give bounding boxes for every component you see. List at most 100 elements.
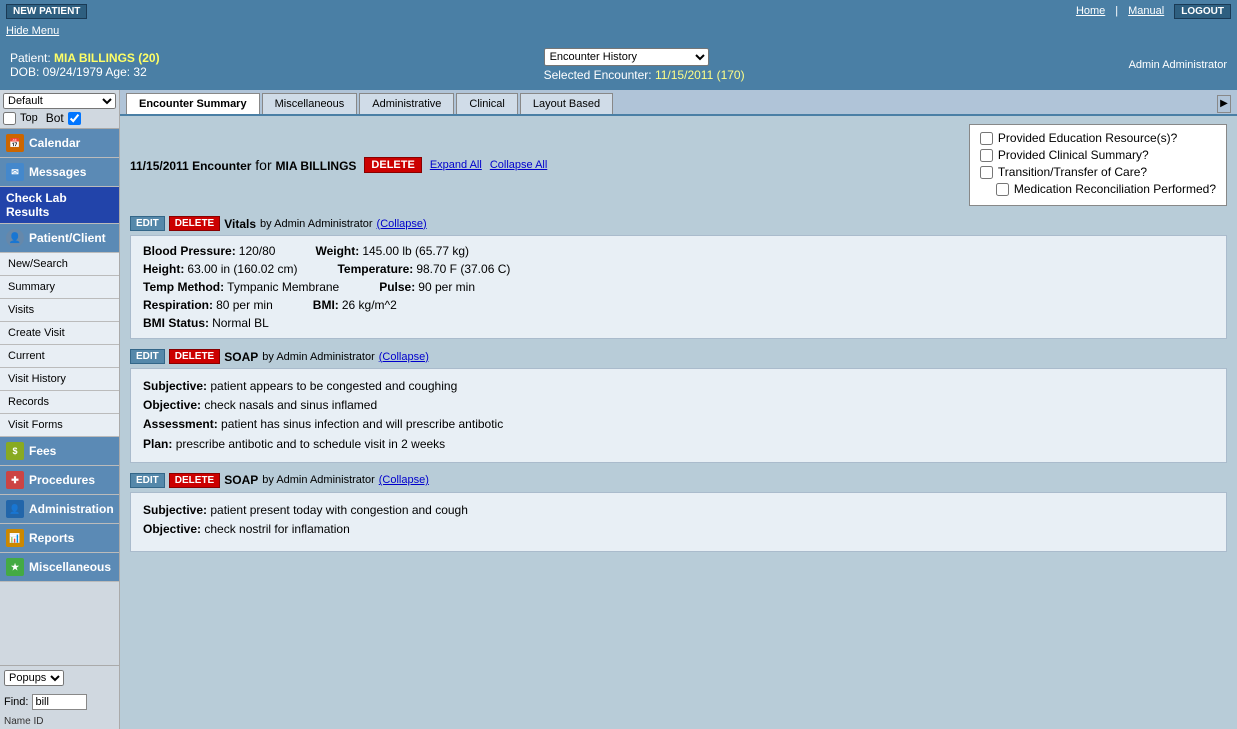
soap2-edit-button[interactable]: EDIT: [130, 473, 165, 488]
find-label: Find:: [4, 696, 28, 708]
transition-checkbox[interactable]: [980, 166, 993, 179]
soap1-author: by Admin Administrator: [262, 351, 375, 363]
vitals-content: Blood Pressure: 120/80 Weight: 145.00 lb…: [130, 235, 1227, 339]
tab-clinical[interactable]: Clinical: [456, 93, 517, 114]
tab-encounter-summary[interactable]: Encounter Summary: [126, 93, 260, 114]
popups-bar: Popups: [0, 665, 119, 690]
sidebar-item-create-visit[interactable]: Create Visit: [0, 322, 119, 345]
new-patient-button[interactable]: NEW PATIENT: [6, 4, 87, 19]
sidebar-item-procedures[interactable]: ✚ Procedures: [0, 466, 119, 495]
tab-bar: Encounter Summary Miscellaneous Administ…: [120, 90, 1237, 116]
sidebar-item-patient[interactable]: 👤 Patient/Client: [0, 224, 119, 253]
admin-icon: 👤: [6, 500, 24, 518]
check-lab-label: Check Lab Results: [6, 191, 67, 219]
vitals-title: Vitals: [224, 217, 256, 231]
vitals-edit-button[interactable]: EDIT: [130, 216, 165, 231]
clinical-summary-label: Provided Clinical Summary?: [998, 148, 1149, 162]
sidebar-item-visits[interactable]: Visits: [0, 299, 119, 322]
patient-label: Patient:: [10, 51, 54, 65]
top-checkbox[interactable]: [3, 112, 16, 125]
top-label: Top: [20, 112, 38, 124]
med-reconciliation-label: Medication Reconciliation Performed?: [1014, 182, 1216, 196]
reports-label: Reports: [29, 531, 74, 545]
vitals-header: EDIT DELETE Vitals by Admin Administrato…: [130, 216, 1227, 231]
sidebar-item-records[interactable]: Records: [0, 391, 119, 414]
sidebar-item-check-lab[interactable]: Check Lab Results: [0, 187, 119, 224]
vitals-collapse-link[interactable]: (Collapse): [377, 218, 427, 230]
checkboxes-panel: Provided Education Resource(s)? Provided…: [969, 124, 1227, 206]
soap1-content: Subjective: patient appears to be conges…: [130, 368, 1227, 463]
logout-button[interactable]: LOGOUT: [1174, 4, 1231, 19]
soap2-delete-button[interactable]: DELETE: [169, 473, 220, 488]
scroll-right-button[interactable]: ▶: [1217, 95, 1231, 113]
vitals-author: by Admin Administrator: [260, 218, 373, 230]
transition-label: Transition/Transfer of Care?: [998, 165, 1147, 179]
messages-icon: ✉: [6, 163, 24, 181]
manual-link[interactable]: Manual: [1128, 5, 1164, 17]
messages-label: Messages: [29, 165, 86, 179]
education-checkbox[interactable]: [980, 132, 993, 145]
sidebar-item-visit-forms[interactable]: Visit Forms: [0, 414, 119, 437]
soap1-header: EDIT DELETE SOAP by Admin Administrator …: [130, 349, 1227, 364]
selected-encounter: Selected Encounter: 11/15/2011 (170): [544, 68, 745, 82]
sidebar-item-summary[interactable]: Summary: [0, 276, 119, 299]
tab-miscellaneous[interactable]: Miscellaneous: [262, 93, 358, 114]
sidebar-item-reports[interactable]: 📊 Reports: [0, 524, 119, 553]
reports-icon: 📊: [6, 529, 24, 547]
vitals-delete-button[interactable]: DELETE: [169, 216, 220, 231]
sidebar-item-current[interactable]: Current: [0, 345, 119, 368]
popups-select[interactable]: Popups: [4, 670, 64, 686]
patient-info: Patient: MIA BILLINGS (20) DOB: 09/24/19…: [10, 51, 160, 79]
find-sublabel: Name ID: [0, 714, 119, 729]
procedures-icon: ✚: [6, 471, 24, 489]
hide-menu-link[interactable]: Hide Menu: [6, 25, 59, 37]
soap1-collapse-link[interactable]: (Collapse): [379, 351, 429, 363]
sidebar-item-fees[interactable]: $ Fees: [0, 437, 119, 466]
administration-label: Administration: [29, 502, 114, 516]
encounter-selector-area: Encounter History Selected Encounter: 11…: [544, 48, 745, 82]
content-scroll[interactable]: 11/15/2011 Encounter for MIA BILLINGS DE…: [120, 116, 1237, 729]
soap2-header: EDIT DELETE SOAP by Admin Administrator …: [130, 473, 1227, 488]
patient-icon: 👤: [6, 229, 24, 247]
education-label: Provided Education Resource(s)?: [998, 131, 1177, 145]
encounter-history-select[interactable]: Encounter History: [544, 48, 709, 66]
calendar-icon: 📅: [6, 134, 24, 152]
soap1-section: EDIT DELETE SOAP by Admin Administrator …: [130, 349, 1227, 463]
sidebar-item-visit-history[interactable]: Visit History: [0, 368, 119, 391]
sidebar-item-miscellaneous[interactable]: ★ Miscellaneous: [0, 553, 119, 582]
sidebar-item-messages[interactable]: ✉ Messages: [0, 158, 119, 187]
sidebar-item-administration[interactable]: 👤 Administration: [0, 495, 119, 524]
med-reconciliation-checkbox[interactable]: [996, 183, 1009, 196]
vitals-section: EDIT DELETE Vitals by Admin Administrato…: [130, 216, 1227, 339]
encounter-header: 11/15/2011 Encounter for MIA BILLINGS DE…: [130, 124, 1227, 206]
patient-name: MIA BILLINGS (20): [54, 51, 160, 65]
find-bar: Find:: [0, 690, 119, 714]
procedures-label: Procedures: [29, 473, 95, 487]
tab-layout-based[interactable]: Layout Based: [520, 93, 613, 114]
misc-icon: ★: [6, 558, 24, 576]
miscellaneous-label: Miscellaneous: [29, 560, 111, 574]
soap2-content: Subjective: patient present today with c…: [130, 492, 1227, 552]
admin-info: Admin Administrator: [1129, 59, 1227, 71]
soap2-author: by Admin Administrator: [262, 474, 375, 486]
calendar-label: Calendar: [29, 136, 80, 150]
patient-dob: DOB: 09/24/1979 Age: 32: [10, 65, 160, 79]
tab-administrative[interactable]: Administrative: [359, 93, 454, 114]
soap1-edit-button[interactable]: EDIT: [130, 349, 165, 364]
find-input[interactable]: [32, 694, 87, 710]
default-select[interactable]: Default: [3, 93, 116, 109]
sidebar-item-new-search[interactable]: New/Search: [0, 253, 119, 276]
expand-all-button[interactable]: Expand All: [430, 159, 482, 171]
encounter-title: 11/15/2011 Encounter for MIA BILLINGS: [130, 157, 356, 173]
soap1-delete-button[interactable]: DELETE: [169, 349, 220, 364]
soap2-collapse-link[interactable]: (Collapse): [379, 474, 429, 486]
collapse-all-button[interactable]: Collapse All: [490, 159, 547, 171]
fees-label: Fees: [29, 444, 56, 458]
clinical-summary-checkbox[interactable]: [980, 149, 993, 162]
home-link[interactable]: Home: [1076, 5, 1105, 17]
soap1-title: SOAP: [224, 350, 258, 364]
encounter-delete-button[interactable]: DELETE: [364, 157, 421, 173]
patient-label-sidebar: Patient/Client: [29, 231, 106, 245]
bot-checkbox[interactable]: [68, 112, 81, 125]
sidebar-item-calendar[interactable]: 📅 Calendar: [0, 129, 119, 158]
